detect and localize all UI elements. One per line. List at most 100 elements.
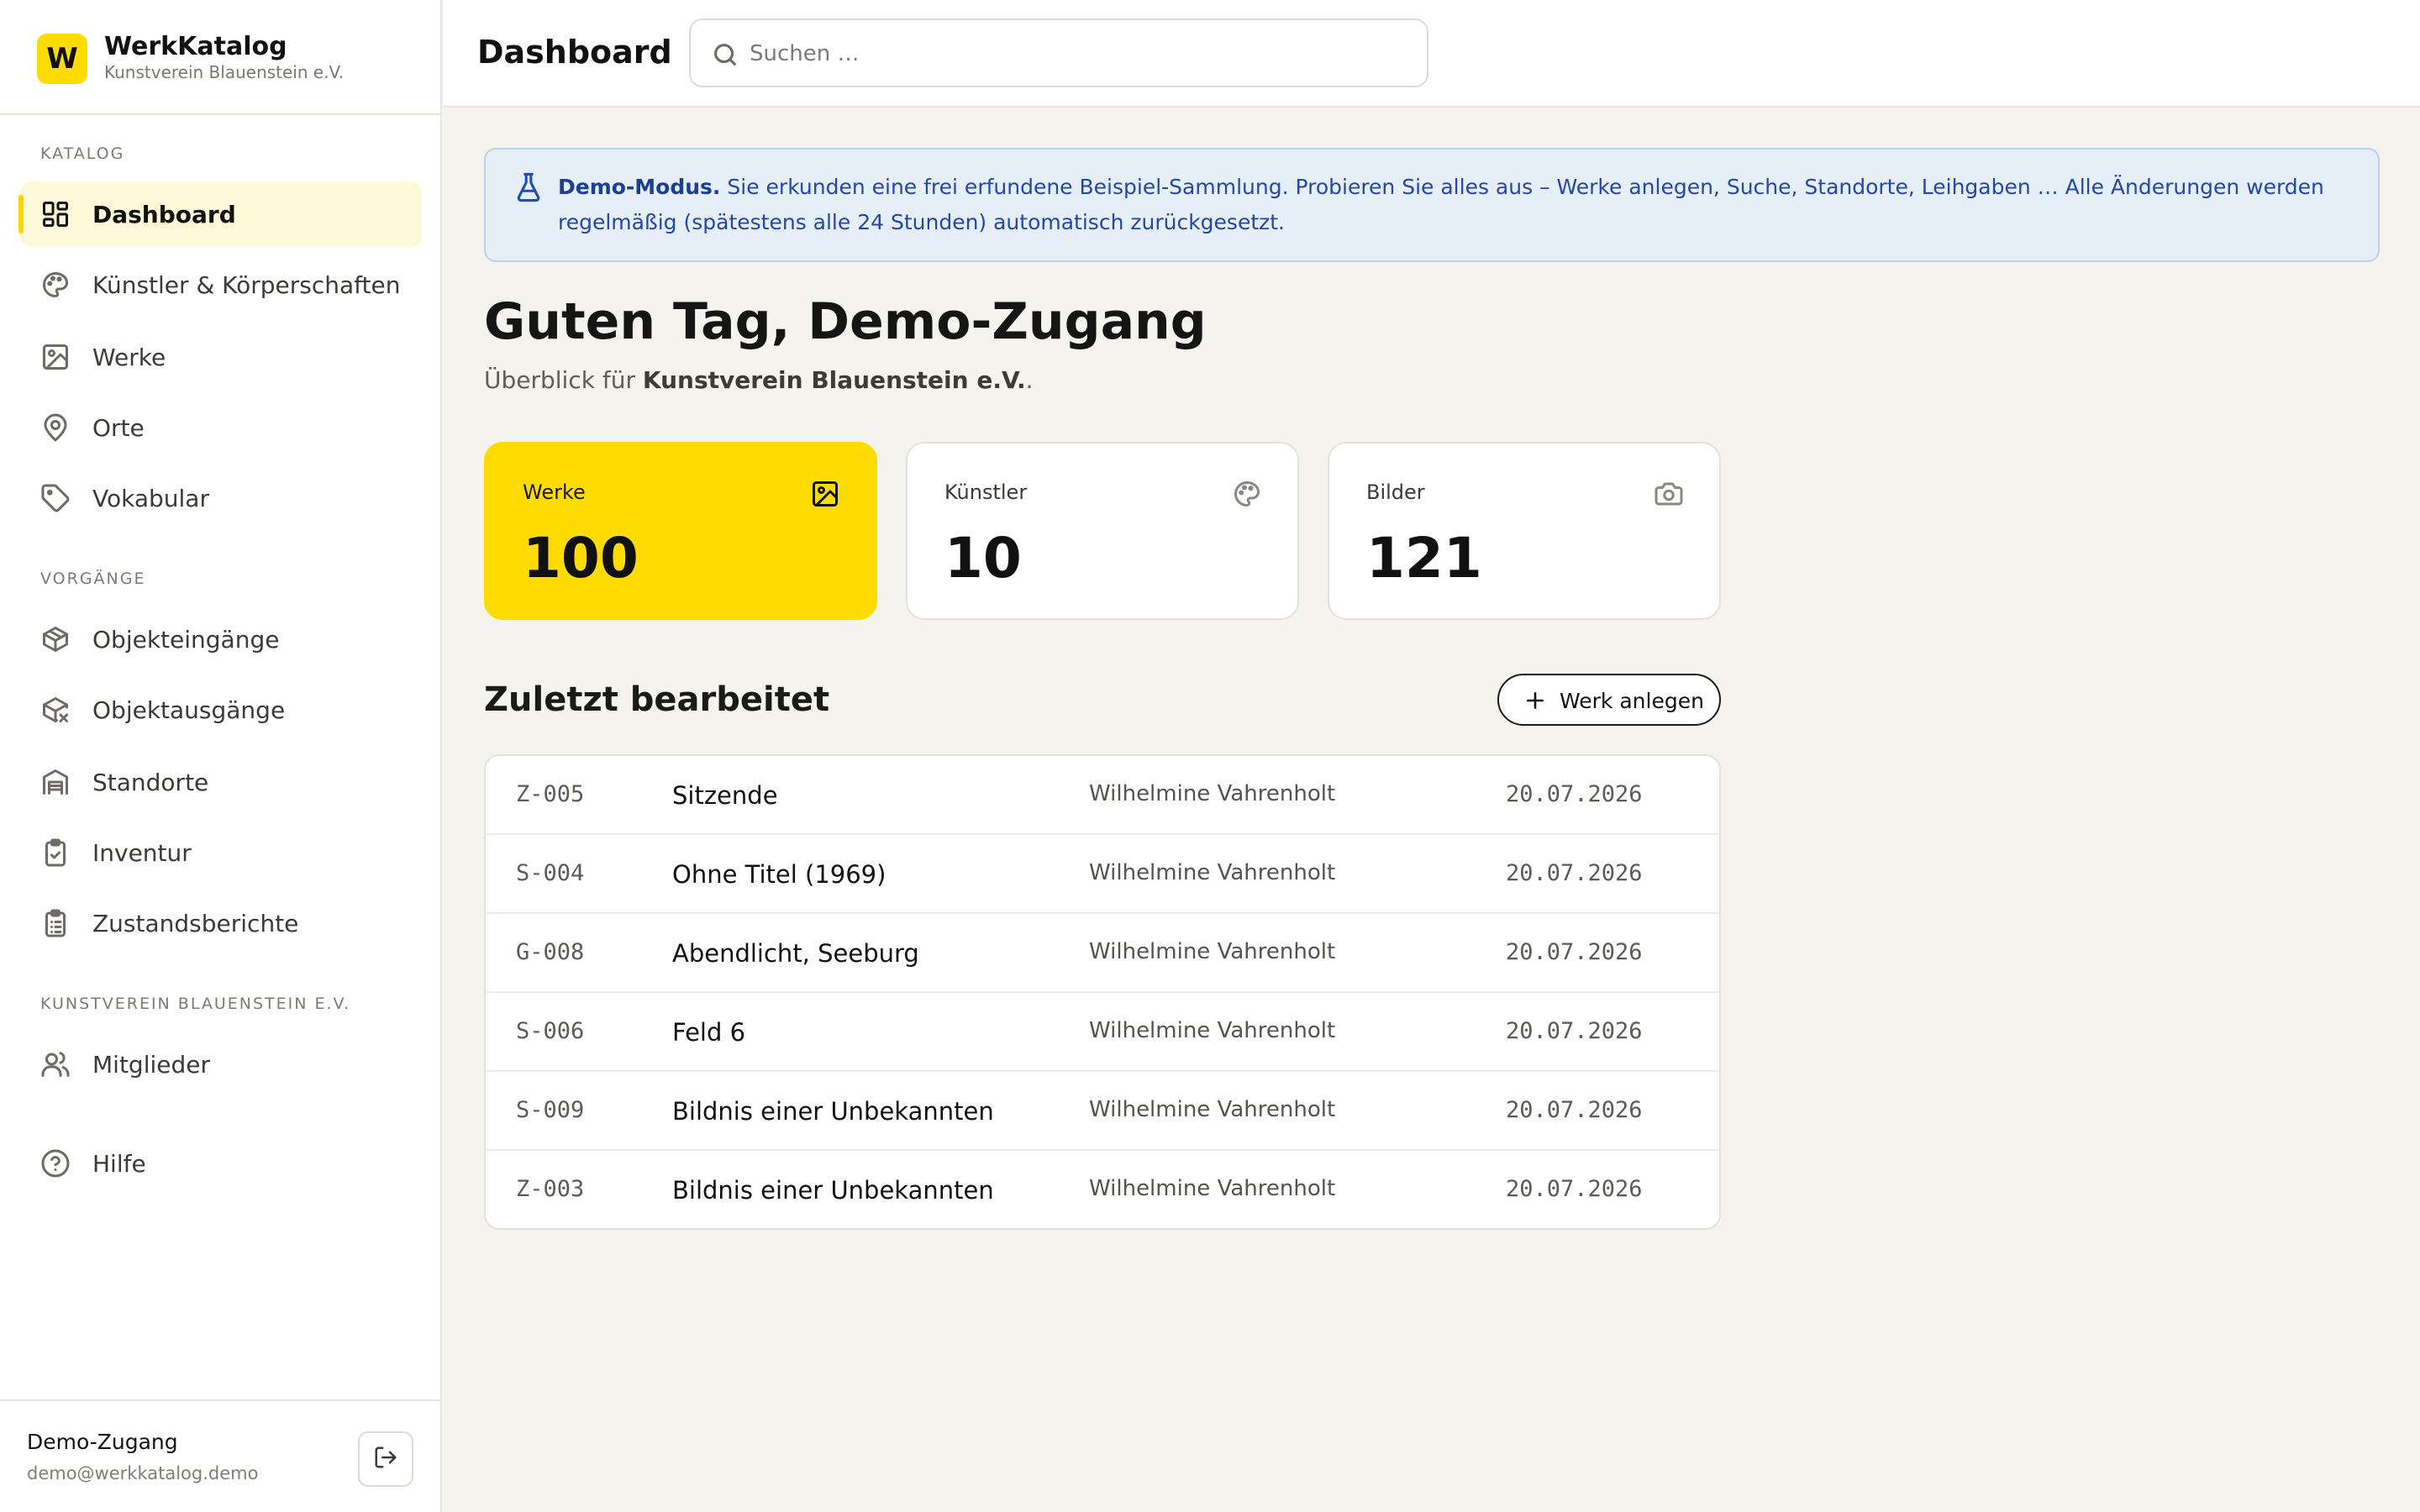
row-id: S-009 <box>516 1097 585 1123</box>
brand-org: Kunstverein Blauenstein e.V. <box>104 62 345 82</box>
image-icon <box>810 479 840 509</box>
sidebar-item-inventur[interactable]: Inventur <box>20 820 422 885</box>
clipboard-check-icon <box>40 837 71 868</box>
sidebar-item-objektausgaenge[interactable]: Objektausgänge <box>20 677 422 743</box>
row-title: Ohne Titel (1969) <box>672 860 886 889</box>
greeting-sub-org: Kunstverein Blauenstein e.V. <box>642 366 1026 394</box>
user-profile: Demo-Zugang demo@werkkatalog.demo <box>0 1399 440 1512</box>
sidebar-item-mitglieder[interactable]: Mitglieder <box>20 1032 422 1097</box>
user-email: demo@werkkatalog.demo <box>27 1463 259 1483</box>
row-date: 20.07.2026 <box>1506 1018 1643 1044</box>
nav-section-katalog: KATALOG <box>40 144 125 163</box>
table-row[interactable]: S-009 Bildnis einer Unbekannten Wilhelmi… <box>486 1072 1719 1151</box>
table-row[interactable]: Z-005 Sitzende Wilhelmine Vahrenholt 20.… <box>486 756 1719 835</box>
stat-card-werke[interactable]: Werke 100 <box>484 442 877 620</box>
palette-icon <box>40 270 71 300</box>
nav-section-vorgaenge: VORGÄNGE <box>40 570 146 588</box>
table-row[interactable]: G-008 Abendlicht, Seeburg Wilhelmine Vah… <box>486 914 1719 993</box>
sidebar-item-label: Objekteingänge <box>92 626 280 654</box>
palette-icon <box>1232 479 1262 509</box>
app-root: W WerkKatalog Kunstverein Blauenstein e.… <box>0 0 2420 1512</box>
row-date: 20.07.2026 <box>1506 1176 1643 1202</box>
recent-works-table: Z-005 Sitzende Wilhelmine Vahrenholt 20.… <box>484 754 1721 1230</box>
sidebar-item-werke[interactable]: Werke <box>20 324 422 390</box>
row-id: Z-003 <box>516 1176 585 1202</box>
row-author: Wilhelmine Vahrenholt <box>1089 1018 1336 1043</box>
row-author: Wilhelmine Vahrenholt <box>1089 860 1336 885</box>
row-date: 20.07.2026 <box>1506 860 1643 886</box>
sidebar-item-label: Zustandsberichte <box>92 910 299 937</box>
plus-icon <box>1524 690 1546 711</box>
row-title: Abendlicht, Seeburg <box>672 939 919 968</box>
sidebar-item-label: Künstler & Körperschaften <box>92 271 401 299</box>
help-circle-icon <box>40 1148 71 1179</box>
sidebar-item-orte[interactable]: Orte <box>20 395 422 460</box>
table-row[interactable]: Z-003 Bildnis einer Unbekannten Wilhelmi… <box>486 1151 1719 1228</box>
sidebar-item-objekteingaenge[interactable]: Objekteingänge <box>20 606 422 672</box>
row-title: Bildnis einer Unbekannten <box>672 1176 994 1205</box>
brand-logo[interactable]: W <box>37 34 87 84</box>
image-icon <box>40 342 71 372</box>
row-author: Wilhelmine Vahrenholt <box>1089 781 1336 806</box>
sidebar-item-kuenstler[interactable]: Künstler & Körperschaften <box>20 252 422 318</box>
sidebar-item-label: Vokabular <box>92 485 209 512</box>
demo-banner-text: Demo-Modus. Sie erkunden eine frei erfun… <box>558 170 2348 240</box>
stat-card-bilder[interactable]: Bilder 121 <box>1328 442 1721 620</box>
stat-label: Bilder <box>1366 480 1425 504</box>
row-date: 20.07.2026 <box>1506 939 1643 965</box>
sidebar-item-zustandsberichte[interactable]: Zustandsberichte <box>20 890 422 956</box>
table-row[interactable]: S-006 Feld 6 Wilhelmine Vahrenholt 20.07… <box>486 993 1719 1072</box>
logout-button[interactable] <box>358 1431 413 1487</box>
row-title: Bildnis einer Unbekannten <box>672 1097 994 1126</box>
demo-banner: Demo-Modus. Sie erkunden eine frei erfun… <box>484 148 2380 262</box>
page-title: Dashboard <box>477 34 672 71</box>
stat-value: 10 <box>944 526 1022 591</box>
package-in-icon <box>40 624 71 654</box>
sidebar-item-label: Mitglieder <box>92 1051 210 1079</box>
users-icon <box>40 1049 71 1079</box>
stat-label: Künstler <box>944 480 1028 504</box>
row-id: G-008 <box>516 939 585 965</box>
sidebar-item-hilfe[interactable]: Hilfe <box>20 1131 422 1196</box>
row-id: S-006 <box>516 1018 585 1044</box>
sidebar-item-label: Objektausgänge <box>92 696 286 724</box>
search-box[interactable] <box>689 18 1428 87</box>
sidebar-item-label: Werke <box>92 344 166 371</box>
search-icon <box>711 40 739 69</box>
row-author: Wilhelmine Vahrenholt <box>1089 939 1336 964</box>
stat-card-kuenstler[interactable]: Künstler 10 <box>906 442 1299 620</box>
row-title: Feld 6 <box>672 1018 746 1047</box>
tag-icon <box>40 483 71 513</box>
topbar: Dashboard <box>444 0 2420 108</box>
demo-banner-strong: Demo-Modus. <box>558 175 721 199</box>
sidebar-item-label: Orte <box>92 414 145 442</box>
row-date: 20.07.2026 <box>1506 781 1643 807</box>
sidebar-item-standorte[interactable]: Standorte <box>20 749 422 815</box>
stat-value: 100 <box>523 526 639 591</box>
table-row[interactable]: S-004 Ohne Titel (1969) Wilhelmine Vahre… <box>486 835 1719 914</box>
logout-icon <box>373 1445 398 1473</box>
sidebar-item-label: Dashboard <box>92 201 236 228</box>
greeting-subline: Überblick für Kunstverein Blauenstein e.… <box>484 366 1034 394</box>
clipboard-list-icon <box>40 908 71 938</box>
sidebar-item-dashboard[interactable]: Dashboard <box>18 181 422 247</box>
brand-name[interactable]: WerkKatalog <box>104 32 287 61</box>
add-work-button[interactable]: Werk anlegen <box>1497 674 1721 726</box>
row-author: Wilhelmine Vahrenholt <box>1089 1097 1336 1122</box>
row-title: Sitzende <box>672 781 778 810</box>
sidebar-item-vokabular[interactable]: Vokabular <box>20 465 422 531</box>
brand-header: W WerkKatalog Kunstverein Blauenstein e.… <box>0 0 440 115</box>
map-pin-icon <box>40 412 71 443</box>
add-work-label: Werk anlegen <box>1560 689 1704 713</box>
user-name: Demo-Zugang <box>27 1430 178 1454</box>
row-date: 20.07.2026 <box>1506 1097 1643 1123</box>
greeting-title: Guten Tag, Demo-Zugang <box>484 292 1207 351</box>
sidebar-item-label: Inventur <box>92 839 192 867</box>
row-author: Wilhelmine Vahrenholt <box>1089 1176 1336 1201</box>
dashboard-grid-icon <box>40 199 71 229</box>
stat-label: Werke <box>523 480 586 504</box>
search-input[interactable] <box>750 34 1405 74</box>
sidebar: W WerkKatalog Kunstverein Blauenstein e.… <box>0 0 442 1512</box>
camera-icon <box>1654 479 1684 509</box>
demo-banner-message: Sie erkunden eine frei erfundene Beispie… <box>558 175 2324 234</box>
